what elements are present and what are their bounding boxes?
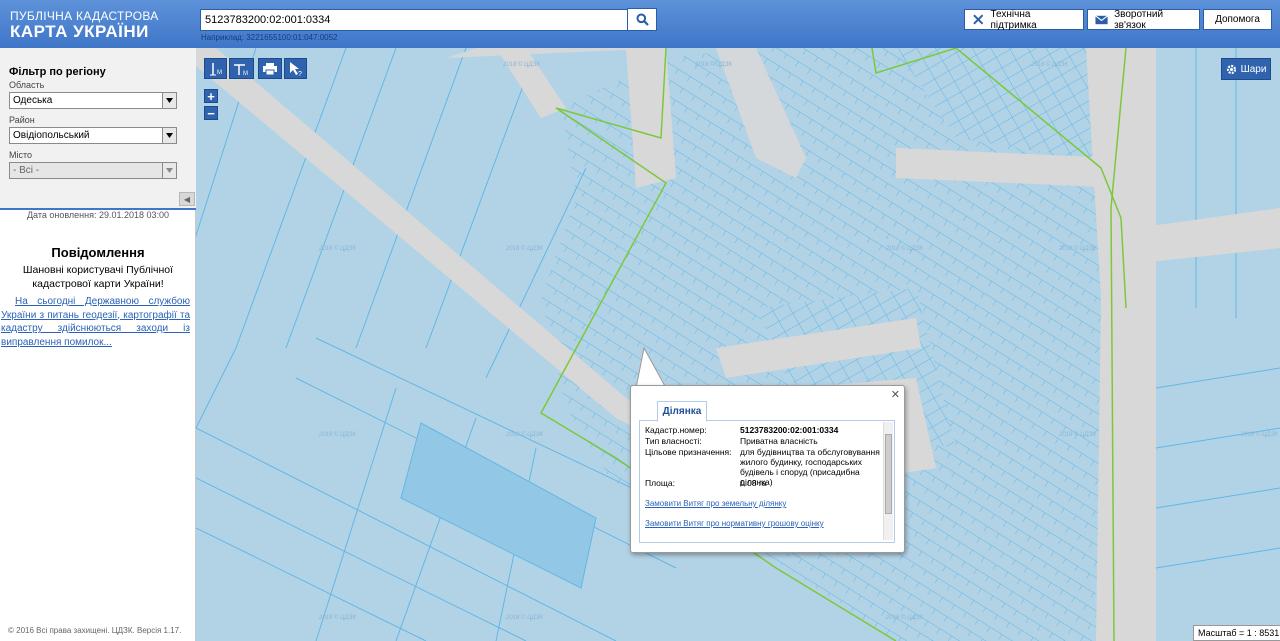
map-watermark: 2018 © ЦДЗК: [318, 245, 356, 252]
cadastral-value: 5123783200:02:001:0334: [740, 425, 839, 435]
map-watermark: 2018 © ЦДЗК: [1240, 431, 1278, 438]
header-bar: ПУБЛІЧНА КАДАСТРОВА КАРТА УКРАЇНИ Наприк…: [0, 0, 1280, 48]
tools-icon: [973, 14, 984, 25]
popup-scrollbar[interactable]: [883, 422, 893, 540]
cadastral-search-input[interactable]: [200, 9, 630, 31]
district-select[interactable]: Овідіопольський: [9, 127, 177, 144]
map-watermark: 2018 © ЦДЗК: [1058, 245, 1096, 252]
city-select-value: - Всі -: [13, 165, 40, 176]
close-icon[interactable]: ✕: [891, 388, 900, 401]
layers-button[interactable]: Шари: [1221, 58, 1271, 80]
help-button[interactable]: Допомога: [1203, 9, 1272, 30]
logo-line1: ПУБЛІЧНА КАДАСТРОВА: [10, 9, 159, 23]
scale-indicator: Масштаб = 1 : 8531: [1193, 625, 1280, 641]
popup-content: Кадастр.номер: 5123783200:02:001:0334 Ти…: [639, 421, 895, 543]
cadastral-label: Кадастр.номер:: [645, 425, 707, 435]
gear-icon: [1226, 64, 1236, 74]
order-extract-link[interactable]: Замовити Витяг про земельну ділянку: [645, 499, 786, 508]
region-label: Область: [9, 80, 45, 90]
area-value: 0.08 га: [740, 478, 767, 488]
map-view[interactable]: 2018 © ЦДЗК 2018 © ЦДЗК 2018 © ЦДЗК 2018…: [196, 48, 1280, 641]
tech-support-button[interactable]: Технічна підтримка: [964, 8, 1084, 31]
app-logo[interactable]: ПУБЛІЧНА КАДАСТРОВА КАРТА УКРАЇНИ: [10, 10, 159, 40]
identify-tool[interactable]: ?: [284, 58, 307, 79]
map-watermark: 2018 © ЦДЗК: [505, 245, 543, 252]
svg-text:M: M: [243, 71, 248, 76]
district-label: Район: [9, 115, 35, 125]
zoom-out-button[interactable]: −: [204, 106, 218, 120]
notice-link[interactable]: На сьогодні Державною службою України з …: [1, 295, 190, 349]
ruler-icon: M: [209, 62, 222, 76]
notice-title: Повідомлення: [51, 245, 145, 260]
map-watermark: 2018 © ЦДЗК: [885, 245, 923, 252]
purpose-label: Цільове призначення:: [645, 447, 732, 457]
region-select-value: Одеська: [13, 95, 53, 106]
map-watermark: 2018 © ЦДЗК: [885, 614, 923, 621]
logo-line2: КАРТА УКРАЇНИ: [10, 22, 149, 41]
area-label: Площа:: [645, 478, 675, 488]
zoom-in-button[interactable]: +: [204, 89, 218, 103]
map-watermark: 2018 © ЦДЗК: [505, 431, 543, 438]
sidebar: Фільтр по регіону Область Одеська Район …: [0, 48, 196, 641]
order-valuation-link[interactable]: Замовити Витяг про нормативну грошову оц…: [645, 519, 824, 528]
search-example-hint: Наприклад: 3221655100:01:047:0052: [201, 33, 338, 42]
map-watermark: 2018 © ЦДЗК: [1058, 431, 1096, 438]
search-button[interactable]: [627, 8, 657, 31]
layers-label: Шари: [1240, 63, 1267, 75]
map-watermark: 2018 © ЦДЗК: [694, 61, 732, 68]
region-filter-panel: Фільтр по регіону Область Одеська Район …: [0, 48, 196, 208]
measure-distance-tool[interactable]: M: [204, 58, 227, 79]
chevron-down-icon: [162, 128, 176, 143]
map-watermark: 2018 © ЦДЗК: [505, 614, 543, 621]
svg-text:M: M: [217, 70, 222, 76]
map-watermark: 2018 © ЦДЗК: [318, 614, 356, 621]
copyright: © 2016 Всі права захищені. ЦДЗК. Версія …: [8, 626, 182, 635]
notice-greeting: Шановні користувачі Публічної кадастрово…: [22, 264, 174, 290]
cursor-question-icon: ?: [289, 61, 302, 77]
chevron-down-icon: [162, 163, 176, 178]
area-icon: M: [233, 63, 248, 76]
tab-parcel[interactable]: Ділянка: [657, 401, 707, 422]
feedback-button[interactable]: Зворотний зв'язок: [1087, 8, 1200, 31]
parcel-info-popup: ✕ Ділянка Кадастр.номер: 5123783200:02:0…: [630, 385, 905, 553]
measure-area-tool[interactable]: M: [229, 58, 254, 79]
filter-title: Фільтр по регіону: [9, 66, 106, 78]
feedback-label: Зворотний зв'язок: [1114, 8, 1164, 31]
ownership-value: Приватна власність: [740, 436, 818, 446]
district-select-value: Овідіопольський: [13, 130, 90, 141]
region-select[interactable]: Одеська: [9, 92, 177, 109]
map-watermark: 2018 © ЦДЗК: [318, 431, 356, 438]
city-label: Місто: [9, 150, 33, 160]
ownership-label: Тип власності:: [645, 436, 702, 446]
collapse-sidebar-button[interactable]: ◀: [179, 192, 195, 206]
update-date: Дата оновлення: 29.01.2018 03:00: [26, 210, 170, 220]
tech-support-label: Технічна підтримка: [990, 8, 1037, 31]
svg-text:?: ?: [298, 71, 302, 77]
envelope-icon: [1095, 14, 1108, 24]
scrollbar-thumb[interactable]: [885, 434, 892, 514]
city-select[interactable]: - Всі -: [9, 162, 177, 179]
chevron-down-icon: [162, 93, 176, 108]
search-icon: [636, 13, 649, 26]
print-button[interactable]: [258, 58, 282, 79]
help-label: Допомога: [1215, 14, 1260, 25]
map-watermark: 2018 © ЦДЗК: [1030, 61, 1068, 68]
map-watermark: 2018 © ЦДЗК: [502, 61, 540, 68]
printer-icon: [263, 62, 277, 75]
